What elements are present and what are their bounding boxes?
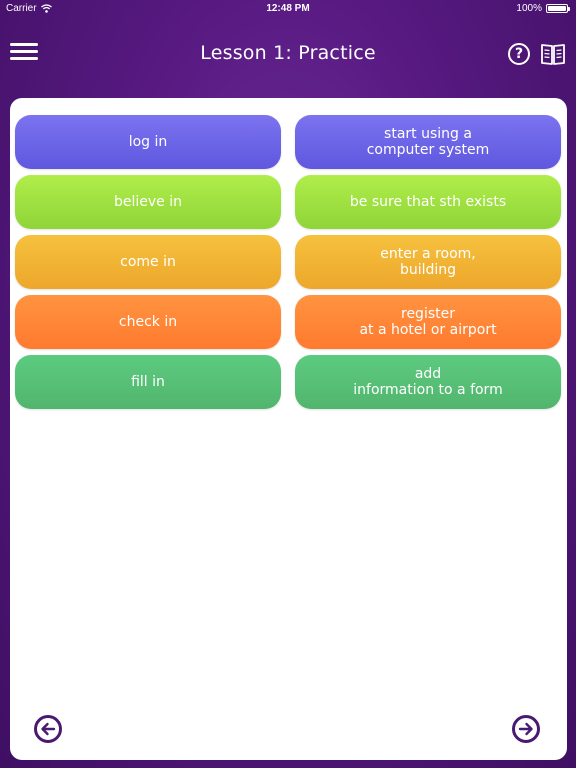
term-tile-come-in[interactable]: come in bbox=[15, 235, 281, 289]
definition-tile-3[interactable]: enter a room, building bbox=[295, 235, 561, 289]
status-time: 12:48 PM bbox=[266, 3, 310, 14]
definition-tile-1[interactable]: start using a computer system bbox=[295, 115, 561, 169]
battery-icon bbox=[546, 4, 570, 13]
definition-tile-2[interactable]: be sure that sth exists bbox=[295, 175, 561, 229]
help-circle-icon[interactable]: ? bbox=[508, 43, 530, 65]
term-tile-log-in[interactable]: log in bbox=[15, 115, 281, 169]
status-right: 100% bbox=[516, 3, 570, 14]
arrow-left-circle-icon[interactable] bbox=[34, 715, 62, 743]
definition-tile-4[interactable]: register at a hotel or airport bbox=[295, 295, 561, 349]
battery-percent: 100% bbox=[516, 3, 542, 14]
arrow-right-circle-icon[interactable] bbox=[512, 715, 540, 743]
arrow-left-glyph bbox=[41, 722, 56, 736]
term-tile-believe-in[interactable]: believe in bbox=[15, 175, 281, 229]
practice-card: log in start using a computer system bel… bbox=[10, 98, 567, 760]
term-tile-check-in[interactable]: check in bbox=[15, 295, 281, 349]
definition-tile-5[interactable]: add information to a form bbox=[295, 355, 561, 409]
page-title: Lesson 1: Practice bbox=[200, 42, 376, 64]
navigation-bar: Lesson 1: Practice ? bbox=[0, 18, 576, 88]
status-bar: Carrier 12:48 PM 100% bbox=[0, 0, 576, 18]
term-tile-fill-in[interactable]: fill in bbox=[15, 355, 281, 409]
arrow-right-glyph bbox=[518, 722, 533, 736]
open-book-icon[interactable] bbox=[540, 42, 566, 66]
matching-grid: log in start using a computer system bel… bbox=[15, 115, 561, 409]
